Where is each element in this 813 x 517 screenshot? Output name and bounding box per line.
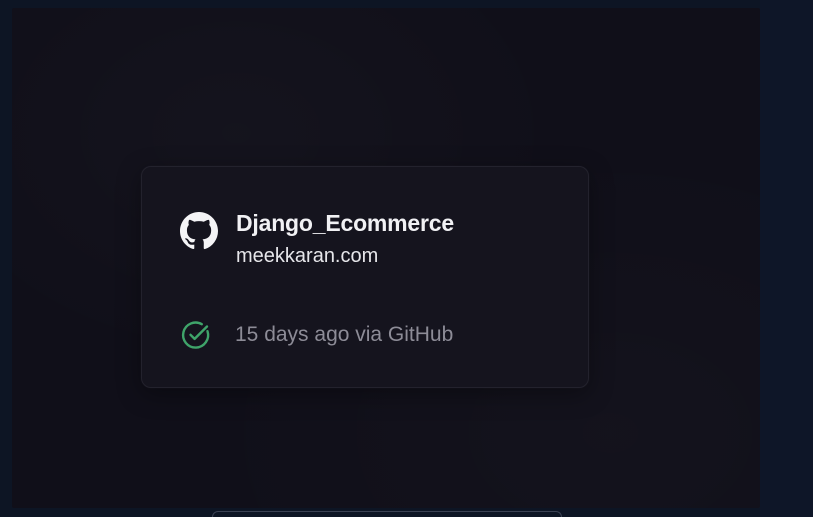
check-circle-icon [180,319,212,351]
app-frame: Django_Ecommerce meekkaran.com 15 days a… [0,0,813,517]
deployment-status-row: 15 days ago via GitHub [180,319,453,351]
deployment-card[interactable]: Django_Ecommerce meekkaran.com 15 days a… [141,166,589,388]
github-icon [180,212,218,250]
deployment-domain-link[interactable]: meekkaran.com [236,243,454,269]
repo-text: Django_Ecommerce meekkaran.com [236,209,454,269]
repo-row[interactable]: Django_Ecommerce meekkaran.com [180,209,454,269]
side-strip [760,0,813,517]
repo-name[interactable]: Django_Ecommerce [236,209,454,237]
deployment-status-text: 15 days ago via GitHub [235,323,454,346]
bottom-element-edge [212,511,562,517]
